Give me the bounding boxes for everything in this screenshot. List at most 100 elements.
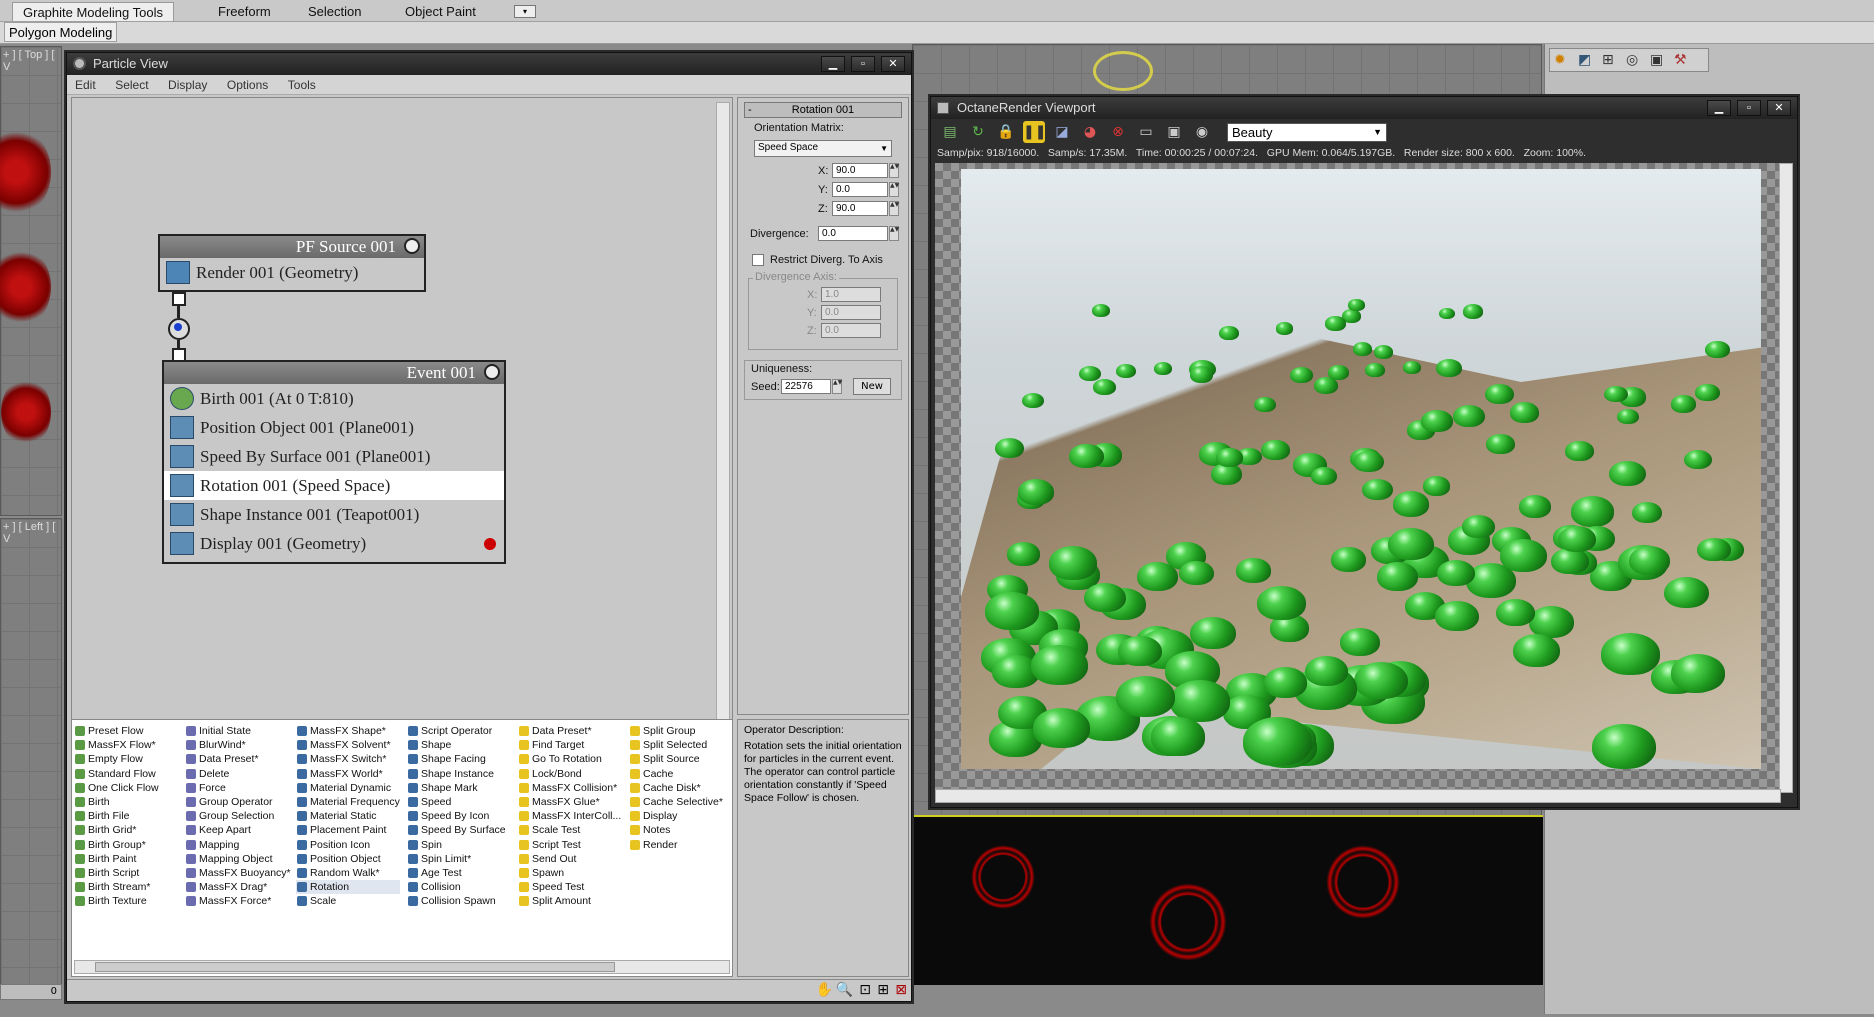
seed-spinner[interactable]: ▲▼: [832, 379, 842, 394]
depot-item[interactable]: Position Icon: [296, 838, 400, 852]
close-button[interactable]: ✕: [881, 56, 905, 72]
viewport-left[interactable]: + ] [ Left ] [ V: [0, 518, 62, 988]
depot-item[interactable]: Shape: [407, 738, 506, 752]
depot-item[interactable]: Spin: [407, 838, 506, 852]
op-render[interactable]: Render 001 (Geometry): [160, 258, 424, 287]
depot-item[interactable]: MassFX Flow*: [74, 738, 159, 752]
depot-item[interactable]: Preset Flow: [74, 724, 159, 738]
display-settings-icon[interactable]: ▭: [1135, 121, 1157, 143]
depot-item[interactable]: Group Operator: [185, 795, 291, 809]
divergence-spinner[interactable]: ▲▼: [889, 226, 899, 241]
depot-item[interactable]: Random Walk*: [296, 866, 400, 880]
depot-item[interactable]: Send Out: [518, 852, 621, 866]
depot-item[interactable]: Cache Selective*: [629, 795, 723, 809]
div-z-field[interactable]: 0.0: [821, 323, 881, 338]
depot-item[interactable]: Empty Flow: [74, 752, 159, 766]
depot-item[interactable]: MassFX Collision*: [518, 781, 621, 795]
display-color-swatch[interactable]: [484, 538, 496, 550]
lock-icon[interactable]: 🔒: [995, 121, 1017, 143]
depot-item[interactable]: Collision: [407, 880, 506, 894]
depot-item[interactable]: Initial State: [185, 724, 291, 738]
depot-item[interactable]: Split Selected: [629, 738, 723, 752]
send-scene-icon[interactable]: ▤: [939, 121, 961, 143]
depot-item[interactable]: MassFX Force*: [185, 894, 291, 908]
render-pass-dropdown[interactable]: Beauty ▼: [1227, 123, 1387, 142]
depot-item[interactable]: Age Test: [407, 866, 506, 880]
depot-item[interactable]: Placement Paint: [296, 823, 400, 837]
minimize-button[interactable]: ▁: [821, 56, 845, 72]
depot-item[interactable]: Shape Instance: [407, 767, 506, 781]
depot-item[interactable]: One Click Flow: [74, 781, 159, 795]
zoom-icon[interactable]: 🔍: [836, 982, 853, 998]
octane-titlebar[interactable]: OctaneRender Viewport ▁ ▫ ✕: [931, 97, 1797, 119]
depot-item[interactable]: Cache Disk*: [629, 781, 723, 795]
depot-item[interactable]: Mapping Object: [185, 852, 291, 866]
depot-item[interactable]: MassFX Switch*: [296, 752, 400, 766]
depot-item[interactable]: Shape Facing: [407, 752, 506, 766]
depot-scrollbar[interactable]: [74, 960, 730, 974]
event-header[interactable]: Event 001: [164, 362, 504, 384]
save-image-icon[interactable]: ▣: [1163, 121, 1185, 143]
depot-item[interactable]: Material Dynamic: [296, 781, 400, 795]
op-position-object[interactable]: Position Object 001 (Plane001): [164, 413, 504, 442]
depot-item[interactable]: MassFX InterColl...: [518, 809, 621, 823]
depot-item[interactable]: Group Selection: [185, 809, 291, 823]
depot-item[interactable]: Speed By Icon: [407, 809, 506, 823]
depot-item[interactable]: Script Test: [518, 838, 621, 852]
menu-select[interactable]: Select: [107, 75, 156, 95]
depot-item[interactable]: Scale Test: [518, 823, 621, 837]
create-sun-icon[interactable]: ✹: [1554, 52, 1566, 68]
frame-counter[interactable]: 0: [0, 984, 62, 1000]
restrict-divergence-checkbox[interactable]: [752, 254, 764, 266]
depot-item[interactable]: Speed Test: [518, 880, 621, 894]
octane-close-button[interactable]: ✕: [1767, 100, 1791, 116]
depot-item[interactable]: Keep Apart: [185, 823, 291, 837]
depot-item[interactable]: Birth Grid*: [74, 823, 159, 837]
op-birth[interactable]: Birth 001 (At 0 T:810): [164, 384, 504, 413]
depot-item[interactable]: Split Amount: [518, 894, 621, 908]
depot-item[interactable]: MassFX World*: [296, 767, 400, 781]
menu-display[interactable]: Display: [160, 75, 215, 95]
div-y-field[interactable]: 0.0: [821, 305, 881, 320]
new-seed-button[interactable]: New: [853, 378, 891, 395]
depot-item[interactable]: Find Target: [518, 738, 621, 752]
divergence-field[interactable]: 0.0: [818, 226, 888, 241]
depot-item[interactable]: Scale: [296, 894, 400, 908]
zoom-extents-icon[interactable]: ⊞: [877, 982, 889, 998]
render-horizontal-scrollbar[interactable]: [935, 789, 1781, 803]
div-x-field[interactable]: 1.0: [821, 287, 881, 302]
depot-item[interactable]: Birth Script: [74, 866, 159, 880]
pause-icon[interactable]: ❚❚: [1023, 121, 1046, 143]
rotation-rollout-header[interactable]: - Rotation 001: [744, 102, 902, 118]
depot-item[interactable]: Rotation: [296, 880, 400, 895]
depot-item[interactable]: Spin Limit*: [407, 852, 506, 866]
z-field[interactable]: 90.0: [832, 201, 888, 216]
depot-item[interactable]: Split Source: [629, 752, 723, 766]
tab-object-paint[interactable]: Object Paint: [395, 2, 486, 21]
render-canvas[interactable]: [935, 163, 1781, 793]
restart-render-icon[interactable]: ↻: [967, 121, 989, 143]
depot-item[interactable]: Material Frequency: [296, 795, 400, 809]
display-icon[interactable]: ▣: [1650, 52, 1663, 68]
depot-scroll-thumb[interactable]: [95, 962, 615, 972]
source-output-socket[interactable]: [172, 292, 186, 306]
stop-render-icon[interactable]: ⊗: [1107, 121, 1129, 143]
depot-item[interactable]: Display: [629, 809, 723, 823]
tab-graphite-modeling-tools[interactable]: Graphite Modeling Tools: [12, 2, 174, 21]
depot-item[interactable]: Birth: [74, 795, 159, 809]
pf-source-node[interactable]: PF Source 001 Render 001 (Geometry): [158, 234, 426, 292]
depot-item[interactable]: MassFX Buoyancy*: [185, 866, 291, 880]
depot-item[interactable]: Spawn: [518, 866, 621, 880]
pf-source-header[interactable]: PF Source 001: [160, 236, 424, 258]
depot-item[interactable]: Script Operator: [407, 724, 506, 738]
depot-item[interactable]: Speed: [407, 795, 506, 809]
graph-vertical-scrollbar[interactable]: [716, 102, 730, 722]
no-draw-icon[interactable]: ⊠: [895, 982, 907, 998]
depot-item[interactable]: BlurWind*: [185, 738, 291, 752]
camera-icon[interactable]: ◉: [1191, 121, 1213, 143]
render-vertical-scrollbar[interactable]: [1779, 163, 1793, 793]
depot-item[interactable]: Collision Spawn: [407, 894, 506, 908]
depot-item[interactable]: Split Group: [629, 724, 723, 738]
color-picker-icon[interactable]: ◕: [1079, 121, 1101, 143]
source-bulb-icon[interactable]: [404, 238, 420, 254]
